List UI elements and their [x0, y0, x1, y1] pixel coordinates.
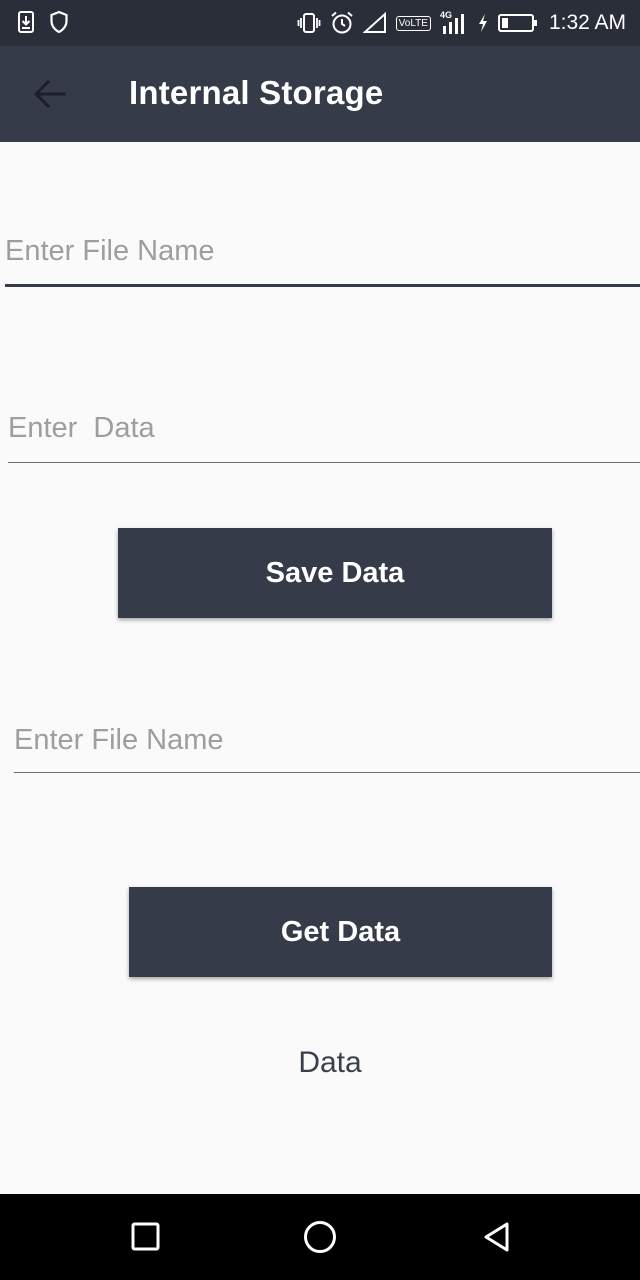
home-circle-icon [304, 1221, 336, 1253]
recents-square-icon [131, 1222, 160, 1251]
arrow-left-icon [33, 79, 66, 109]
read-file-name-input[interactable] [14, 708, 640, 773]
nav-back-button[interactable] [471, 1212, 521, 1262]
cell-signal-4g-icon: 4G [440, 10, 468, 34]
home-button[interactable] [295, 1212, 345, 1262]
status-bar-right: VoLTE 4G 1:32 AM [297, 8, 626, 38]
data-input[interactable] [8, 394, 640, 463]
shield-icon [50, 11, 68, 33]
alarm-icon [330, 11, 353, 34]
file-name-input[interactable] [5, 218, 640, 287]
navigation-bar [0, 1194, 640, 1280]
volte-badge: VoLTE [395, 15, 431, 31]
status-bar-left [18, 11, 68, 33]
page-title: Internal Storage [129, 74, 384, 111]
status-bar: VoLTE 4G 1:32 AM [0, 0, 640, 46]
download-notification-icon [18, 11, 34, 33]
result-text: Data [298, 1046, 362, 1079]
battery-icon [497, 14, 537, 32]
app-bar: Internal Storage [0, 46, 640, 142]
vibrate-icon [297, 13, 321, 33]
recents-button[interactable] [121, 1212, 171, 1262]
signal-icon [362, 12, 386, 33]
save-data-button[interactable]: Save Data [118, 528, 552, 618]
back-button[interactable] [30, 76, 70, 112]
status-clock: 1:32 AM [548, 11, 626, 34]
charging-icon [478, 14, 487, 32]
back-triangle-icon [484, 1222, 509, 1252]
get-data-button[interactable]: Get Data [129, 887, 552, 977]
